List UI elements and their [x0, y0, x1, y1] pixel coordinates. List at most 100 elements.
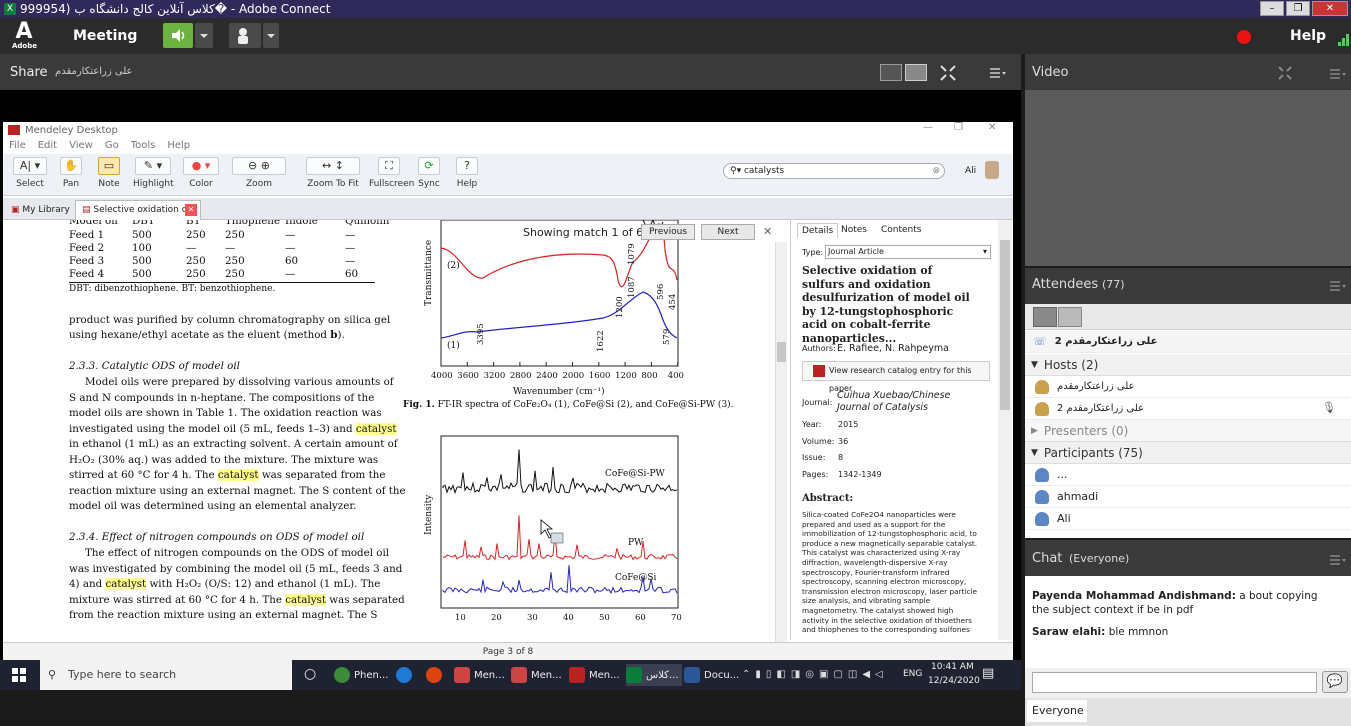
color-tool[interactable]: ● ▾ Color: [181, 157, 221, 195]
participant-row[interactable]: Ali: [1025, 508, 1351, 530]
taskbar-powerpoint-2[interactable]: Men...: [511, 664, 562, 686]
video-pod-header: Video: [1025, 54, 1351, 90]
clock-time[interactable]: 10:41 AM: [931, 662, 974, 672]
minimize-button[interactable]: –: [1260, 1, 1284, 16]
taskbar-edge[interactable]: [396, 664, 416, 686]
chat-recipient-tab[interactable]: Everyone: [1027, 700, 1087, 722]
participants-section[interactable]: ▼ Participants (75): [1025, 442, 1351, 464]
taskbar-word[interactable]: Docu...: [684, 664, 739, 686]
system-tray-icons[interactable]: ⌃▮▯◧◨◎▣▢◫◀◁: [742, 669, 888, 680]
avatar[interactable]: [985, 161, 999, 179]
full-view-icon[interactable]: [905, 64, 927, 81]
document-title[interactable]: Selective oxidation of sulfurs and oxida…: [802, 264, 974, 345]
role-view-icon[interactable]: [1058, 307, 1082, 327]
detail-field-volume[interactable]: Volume: 36: [802, 437, 992, 446]
highlight-tool[interactable]: ✎ ▾ Highlight: [133, 157, 174, 195]
help-menu[interactable]: Help: [1290, 28, 1326, 44]
status-dropdown[interactable]: [263, 23, 279, 48]
taskbar-mendeley[interactable]: Men...: [569, 664, 620, 686]
list-view-icon[interactable]: [1033, 307, 1057, 327]
speaker-dropdown[interactable]: [195, 23, 213, 48]
raise-hand-button[interactable]: [229, 23, 261, 48]
pan-tool[interactable]: ✋ Pan: [57, 157, 85, 195]
tab-contents[interactable]: Contents: [881, 225, 921, 235]
detail-field-pages[interactable]: Pages: 1342-1349: [802, 470, 992, 479]
taskbar-opera[interactable]: [426, 664, 446, 686]
catalog-link[interactable]: View research catalog entry for this pap…: [802, 361, 990, 393]
detail-field-year[interactable]: Year: 2015: [802, 420, 992, 429]
menu-file[interactable]: File: [9, 140, 26, 151]
abstract-text[interactable]: Silica-coated CoFe2O4 nanoparticles were…: [802, 510, 987, 638]
type-select[interactable]: Journal Article ▾: [825, 245, 991, 259]
fig1-ylabel: Transmittance: [424, 240, 434, 306]
help-tool[interactable]: ? Help: [453, 157, 481, 195]
record-icon[interactable]: [1237, 30, 1251, 44]
maximize-button[interactable]: ❐: [1286, 1, 1310, 16]
participant-row[interactable]: ...: [1025, 464, 1351, 486]
host-row[interactable]: علی زراعتکارمقدم: [1025, 376, 1351, 398]
taskbar-connect[interactable]: كلاس...: [626, 664, 683, 686]
fullscreen-tool[interactable]: ⛶ Fullscreen: [369, 157, 414, 195]
note-tool[interactable]: ▭ Note: [95, 157, 123, 195]
zoom-tool[interactable]: ⊖ ⊕ Zoom: [229, 157, 289, 195]
match-bar: Showing match 1 of 61 Previous Next ✕: [523, 222, 773, 244]
tab-my-library[interactable]: ▣ My Library: [7, 201, 74, 219]
close-button[interactable]: ✕: [988, 122, 996, 133]
menu-view[interactable]: View: [69, 140, 93, 151]
clock-date[interactable]: 12/24/2020: [928, 676, 980, 686]
input-language[interactable]: ENG: [903, 669, 922, 679]
detail-field-issue[interactable]: Issue: 8: [802, 453, 992, 462]
tab-notes[interactable]: Notes: [841, 225, 867, 235]
taskbar-powerpoint-1[interactable]: Men...: [454, 664, 505, 686]
abstract-line: activity in the selective oxidation of t…: [802, 615, 972, 625]
restore-button[interactable]: ❐: [954, 122, 963, 133]
pod-menu-icon[interactable]: [1330, 280, 1346, 292]
send-message-icon[interactable]: 💬: [1322, 671, 1348, 693]
menu-go[interactable]: Go: [105, 140, 119, 151]
tab-details[interactable]: Details: [797, 223, 839, 238]
minimize-button[interactable]: —: [923, 122, 933, 133]
tab-document[interactable]: ▤ Selective oxidation of ...✕: [75, 200, 201, 233]
expand-icon[interactable]: [940, 65, 956, 81]
next-match-button[interactable]: Next: [701, 224, 755, 240]
taskbar-search[interactable]: ⚲ Type here to search: [40, 660, 292, 690]
mendeley-tabs: ▣ My Library ▤ Selective oxidation of ..…: [3, 198, 1013, 233]
menu-edit[interactable]: Edit: [38, 140, 57, 151]
details-scrollbar[interactable]: [998, 220, 1012, 640]
fig2-tick-label: 50: [599, 613, 610, 623]
close-tab-icon[interactable]: ✕: [185, 204, 197, 216]
hosts-section[interactable]: ▼ Hosts (2): [1025, 354, 1351, 376]
menu-tools[interactable]: Tools: [131, 140, 156, 151]
select-tool[interactable]: A| ▾ Select: [11, 157, 49, 195]
pod-menu-icon[interactable]: [1330, 68, 1346, 80]
zoom-fit-tool[interactable]: ↔ ↕ Zoom To Fit: [303, 157, 363, 195]
search-input[interactable]: catalysts: [744, 166, 784, 176]
participant-row[interactable]: ahmadi: [1025, 486, 1351, 508]
menu-help[interactable]: Help: [167, 140, 190, 151]
meeting-menu[interactable]: Meeting: [73, 28, 137, 44]
sync-tool[interactable]: ⟳ Sync: [415, 157, 443, 195]
speaker-button[interactable]: [163, 23, 193, 48]
expand-icon[interactable]: [1278, 66, 1292, 80]
notification-icon[interactable]: ▤: [982, 666, 994, 681]
close-match-icon[interactable]: ✕: [763, 225, 772, 238]
pod-menu-icon[interactable]: [990, 67, 1006, 79]
abstract-line: produce a new magnetically separable cat…: [802, 538, 978, 548]
pod-menu-icon[interactable]: [1330, 554, 1346, 566]
document-scrollbar[interactable]: [775, 242, 787, 642]
search-box[interactable]: ⚲▾ catalysts ⊗: [723, 163, 945, 179]
taskbar-chrome[interactable]: Phen...: [334, 664, 388, 686]
my-status-row[interactable]: ☏ علی زراعتکارمقدم 2: [1025, 331, 1351, 353]
windows-start-icon[interactable]: [12, 668, 26, 682]
user-name[interactable]: Ali: [965, 166, 976, 176]
journal[interactable]: Cuihua Xuebao/Chinese Journal of Catalys…: [837, 390, 977, 414]
host-row[interactable]: علی زراعتکارمقدم 2 🎙: [1025, 398, 1351, 420]
authors[interactable]: E. Rafiee, N. Rahpeyma: [837, 343, 949, 354]
fit-width-icon[interactable]: [880, 64, 902, 81]
presenters-section[interactable]: ▶ Presenters (0): [1025, 420, 1351, 442]
previous-match-button[interactable]: Previous: [641, 224, 695, 240]
chat-input[interactable]: [1032, 672, 1317, 693]
cortana-icon[interactable]: ○: [304, 666, 316, 682]
clear-search-icon[interactable]: ⊗: [932, 164, 940, 178]
close-button[interactable]: ✕: [1312, 1, 1348, 16]
